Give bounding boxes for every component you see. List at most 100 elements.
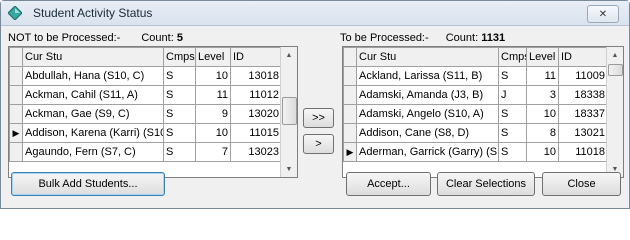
table-row[interactable]: Ackman, Cahil (S11, A) S 11 11012: [9, 85, 282, 105]
accept-button[interactable]: Accept...: [346, 172, 431, 196]
row-selector[interactable]: [9, 66, 23, 86]
table-header-row: Cur Stu Cmps Level ID: [343, 47, 608, 67]
not-processed-scrollbar[interactable]: ▲ ▼: [280, 47, 297, 177]
dialog-body: NOT to be Processed:- Count: 5 Cur Stu C…: [2, 26, 628, 208]
move-all-button[interactable]: >>: [303, 108, 334, 128]
not-processed-caption: NOT to be Processed:- Count: 5: [8, 32, 183, 44]
move-selected-button[interactable]: >: [303, 134, 334, 154]
table-row[interactable]: Adamski, Amanda (J3, B) J 3 18338: [343, 85, 608, 105]
row-selector[interactable]: [343, 123, 357, 143]
cell-id[interactable]: 13023: [230, 142, 282, 162]
table-row[interactable]: Abdullah, Hana (S10, C) S 10 13018: [9, 66, 282, 86]
column-header-cur-stu[interactable]: Cur Stu: [22, 47, 164, 67]
cell-cur-stu[interactable]: Abdullah, Hana (S10, C): [22, 66, 164, 86]
column-header-level[interactable]: Level: [526, 47, 559, 67]
cell-cur-stu[interactable]: Ackman, Gae (S9, C): [22, 104, 164, 124]
to-be-processed-count-label: Count:: [445, 32, 479, 44]
cell-cur-stu[interactable]: Adamski, Amanda (J3, B): [356, 85, 499, 105]
not-processed-count: 5: [176, 32, 183, 44]
cell-level[interactable]: 3: [526, 85, 559, 105]
cell-level[interactable]: 7: [195, 142, 231, 162]
cell-id[interactable]: 11015: [230, 123, 282, 143]
cell-cur-stu[interactable]: Addison, Cane (S8, D): [356, 123, 499, 143]
cell-id[interactable]: 18338: [558, 85, 608, 105]
app-diamond-icon: [8, 6, 22, 20]
cell-cur-stu[interactable]: Addison, Karena (Karri) (S10, B): [22, 123, 164, 143]
table-row[interactable]: ▶ Addison, Karena (Karri) (S10, B) S 10 …: [9, 123, 282, 143]
table-row[interactable]: Adamski, Angelo (S10, A) S 10 18337: [343, 104, 608, 124]
window-close-button[interactable]: ✕: [587, 5, 619, 23]
not-processed-label: NOT to be Processed:-: [8, 32, 121, 44]
row-selector[interactable]: [9, 85, 23, 105]
column-header-cur-stu[interactable]: Cur Stu: [356, 47, 499, 67]
cell-cmps[interactable]: S: [498, 142, 527, 162]
to-be-processed-scrollbar[interactable]: ▲ ▼: [606, 47, 623, 177]
scroll-up-icon[interactable]: ▲: [281, 47, 297, 63]
column-header-cmps[interactable]: Cmps: [498, 47, 527, 67]
to-be-processed-label: To be Processed:-: [340, 32, 429, 44]
cell-cur-stu[interactable]: Aderman, Garrick (Garry) (S10, A): [356, 142, 499, 162]
cell-id[interactable]: 13018: [230, 66, 282, 86]
cell-id[interactable]: 11018: [558, 142, 608, 162]
not-processed-grid[interactable]: Cur Stu Cmps Level ID Abdullah, Hana (S1…: [8, 46, 298, 178]
column-header-cmps[interactable]: Cmps: [163, 47, 196, 67]
cell-level[interactable]: 10: [195, 66, 231, 86]
cell-cmps[interactable]: S: [498, 66, 527, 86]
cell-cmps[interactable]: S: [163, 66, 196, 86]
to-be-processed-grid[interactable]: Cur Stu Cmps Level ID Ackland, Larissa (…: [342, 46, 624, 178]
title-bar: Student Activity Status ✕: [1, 1, 629, 26]
row-selector[interactable]: ▶: [343, 142, 357, 162]
table-row[interactable]: Addison, Cane (S8, D) S 8 13021: [343, 123, 608, 143]
column-header-level[interactable]: Level: [195, 47, 231, 67]
cell-cmps[interactable]: J: [498, 85, 527, 105]
cell-level[interactable]: 10: [526, 142, 559, 162]
cell-id[interactable]: 18337: [558, 104, 608, 124]
column-header-id[interactable]: ID: [558, 47, 608, 67]
row-selector[interactable]: [9, 104, 23, 124]
cell-cur-stu[interactable]: Ackman, Cahil (S11, A): [22, 85, 164, 105]
cell-id[interactable]: 11009: [558, 66, 608, 86]
cell-level[interactable]: 10: [195, 123, 231, 143]
table-row[interactable]: Ackland, Larissa (S11, B) S 11 11009: [343, 66, 608, 86]
close-icon: ✕: [598, 8, 608, 20]
cell-level[interactable]: 8: [526, 123, 559, 143]
cell-level[interactable]: 9: [195, 104, 231, 124]
cell-cmps[interactable]: S: [498, 123, 527, 143]
cell-level[interactable]: 10: [526, 104, 559, 124]
row-selector[interactable]: [9, 142, 23, 162]
cell-cur-stu[interactable]: Agaundo, Fern (S7, C): [22, 142, 164, 162]
cell-cmps[interactable]: S: [163, 142, 196, 162]
table-row[interactable]: Ackman, Gae (S9, C) S 9 13020: [9, 104, 282, 124]
clear-selections-button[interactable]: Clear Selections: [437, 172, 535, 196]
scroll-thumb[interactable]: [608, 64, 623, 76]
table-header-row: Cur Stu Cmps Level ID: [9, 47, 282, 67]
to-be-processed-count: 1131: [481, 32, 506, 44]
cell-id[interactable]: 13021: [558, 123, 608, 143]
row-selector[interactable]: ▶: [9, 123, 23, 143]
table-row[interactable]: Agaundo, Fern (S7, C) S 7 13023: [9, 142, 282, 162]
row-selector[interactable]: [343, 85, 357, 105]
cell-level[interactable]: 11: [195, 85, 231, 105]
current-row-pointer-icon: ▶: [12, 127, 20, 138]
column-header-id[interactable]: ID: [230, 47, 282, 67]
cell-cmps[interactable]: S: [498, 104, 527, 124]
scroll-down-icon[interactable]: ▼: [281, 161, 297, 177]
cell-cmps[interactable]: S: [163, 123, 196, 143]
cell-level[interactable]: 11: [526, 66, 559, 86]
scroll-thumb[interactable]: [282, 97, 297, 125]
window-title: Student Activity Status: [33, 6, 153, 20]
cell-id[interactable]: 11012: [230, 85, 282, 105]
bulk-add-students-button[interactable]: Bulk Add Students...: [11, 172, 165, 196]
cell-cur-stu[interactable]: Ackland, Larissa (S11, B): [356, 66, 499, 86]
current-row-pointer-icon: ▶: [346, 146, 354, 157]
scroll-up-icon[interactable]: ▲: [607, 47, 623, 63]
close-button[interactable]: Close: [542, 172, 621, 196]
to-be-processed-table: Cur Stu Cmps Level ID Ackland, Larissa (…: [343, 47, 608, 162]
cell-id[interactable]: 13020: [230, 104, 282, 124]
table-row[interactable]: ▶ Aderman, Garrick (Garry) (S10, A) S 10…: [343, 142, 608, 162]
cell-cmps[interactable]: S: [163, 85, 196, 105]
cell-cmps[interactable]: S: [163, 104, 196, 124]
row-selector[interactable]: [343, 104, 357, 124]
cell-cur-stu[interactable]: Adamski, Angelo (S10, A): [356, 104, 499, 124]
row-selector[interactable]: [343, 66, 357, 86]
